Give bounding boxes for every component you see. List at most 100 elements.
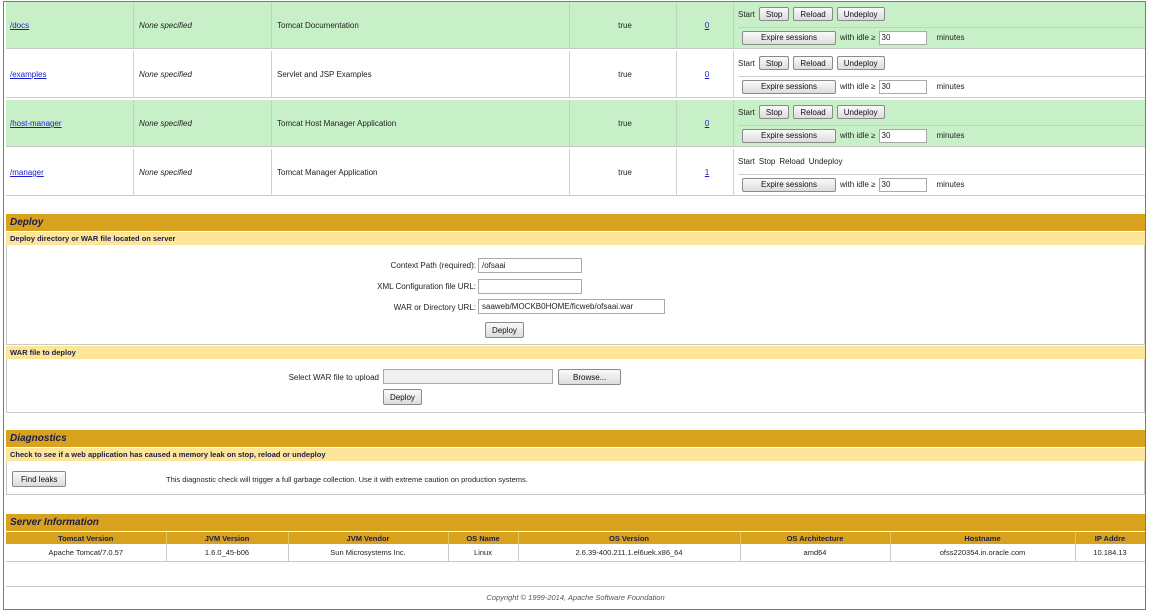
diagnostics-subheader: Check to see if a web application has ca… xyxy=(6,448,1145,461)
app-path-link[interactable]: /host-manager xyxy=(10,100,130,147)
server-info-col-header: IP Addre xyxy=(1075,532,1145,544)
app-commands: Start Stop Reload Undeploy xyxy=(738,6,885,22)
server-info-col-header: OS Architecture xyxy=(740,532,891,544)
server-info-value: 1.6.0_45-b06 xyxy=(166,544,289,562)
xml-config-label: XML Configuration file URL: xyxy=(377,282,476,291)
server-info-col-header: OS Version xyxy=(518,532,741,544)
app-sessions-link[interactable]: 1 xyxy=(682,149,732,196)
context-path-label: Context Path (required): xyxy=(390,261,476,270)
war-dir-label: WAR or Directory URL: xyxy=(393,303,476,312)
diagnostics-description: This diagnostic check will trigger a ful… xyxy=(166,475,528,484)
app-row: /host-manager None specified Tomcat Host… xyxy=(6,100,1145,147)
app-row: /docs None specified Tomcat Documentatio… xyxy=(6,2,1145,49)
manager-page: /docs None specified Tomcat Documentatio… xyxy=(3,1,1146,610)
server-info-col-header: Hostname xyxy=(890,532,1076,544)
stop-button[interactable]: Stop xyxy=(758,105,790,119)
server-info-value: Sun Microsystems Inc. xyxy=(288,544,449,562)
server-info-col-header: JVM Vendor xyxy=(288,532,449,544)
war-dir-input[interactable]: saaweb/MOCKB0HOME/ficweb/ofsaai.war xyxy=(478,299,665,314)
app-row: /manager None specified Tomcat Manager A… xyxy=(6,149,1145,196)
idle-label: with idle ≥ xyxy=(840,33,876,42)
find-leaks-button[interactable]: Find leaks xyxy=(12,471,67,487)
server-info-value: Apache Tomcat/7.0.57 xyxy=(6,544,167,562)
deploy-upload-button[interactable]: Deploy xyxy=(383,389,422,405)
server-info-col-header: OS Name xyxy=(448,532,519,544)
app-row: /examples None specified Servlet and JSP… xyxy=(6,51,1145,98)
server-info-header: Server Information xyxy=(6,514,1145,531)
expire-sessions-form: Expire sessions with idle ≥ 30 minutes xyxy=(738,76,1145,96)
app-running: true xyxy=(618,70,632,79)
expire-sessions-form: Expire sessions with idle ≥ 30 minutes xyxy=(738,174,1145,194)
minutes-label: minutes xyxy=(936,82,965,91)
undeploy-button[interactable]: Undeploy xyxy=(836,56,885,70)
app-path-link[interactable]: /docs xyxy=(10,2,130,49)
reload-button[interactable]: Reload xyxy=(793,56,833,70)
reload-button: Reload xyxy=(779,156,805,166)
app-running: true xyxy=(618,21,632,30)
expire-sessions-form: Expire sessions with idle ≥ 30 minutes xyxy=(738,27,1145,47)
app-running: true xyxy=(618,119,632,128)
minutes-label: minutes xyxy=(936,33,965,42)
app-sessions-link[interactable]: 0 xyxy=(682,100,732,147)
copyright-footer: Copyright © 1999-2014, Apache Software F… xyxy=(6,586,1145,608)
start-button[interactable]: Start xyxy=(738,10,755,19)
app-version: None specified xyxy=(139,21,192,30)
deploy-server-subheader: Deploy directory or WAR file located on … xyxy=(6,232,1145,245)
idle-minutes-input[interactable]: 30 xyxy=(878,30,927,45)
app-sessions-link[interactable]: 0 xyxy=(682,2,732,49)
server-info-value: 10.184.13 xyxy=(1075,544,1145,562)
app-sessions-link[interactable]: 0 xyxy=(682,51,732,98)
app-commands: Start Stop Reload Undeploy xyxy=(738,153,843,169)
server-info-col-header: Tomcat Version xyxy=(6,532,167,544)
reload-button[interactable]: Reload xyxy=(793,105,833,119)
context-path-input[interactable]: /ofsaai xyxy=(478,258,582,273)
expire-sessions-button[interactable]: Expire sessions xyxy=(742,177,836,192)
server-info-value: amd64 xyxy=(740,544,891,562)
stop-button[interactable]: Stop xyxy=(758,56,790,70)
idle-label: with idle ≥ xyxy=(840,82,876,91)
app-path-link[interactable]: /manager xyxy=(10,149,130,196)
server-info-col-header: JVM Version xyxy=(166,532,289,544)
start-button: Start xyxy=(738,156,755,166)
app-version: None specified xyxy=(139,70,192,79)
war-upload-subheader: WAR file to deploy xyxy=(6,346,1145,359)
server-info-value: Linux xyxy=(448,544,519,562)
app-display-name: Tomcat Host Manager Application xyxy=(277,119,397,128)
expire-sessions-button[interactable]: Expire sessions xyxy=(742,79,836,94)
stop-button[interactable]: Stop xyxy=(758,7,790,21)
deploy-directory-button[interactable]: Deploy xyxy=(485,322,524,338)
select-war-label: Select WAR file to upload xyxy=(288,373,379,382)
expire-sessions-form: Expire sessions with idle ≥ 30 minutes xyxy=(738,125,1145,145)
war-file-input[interactable] xyxy=(383,369,553,384)
idle-minutes-input[interactable]: 30 xyxy=(878,177,927,192)
idle-label: with idle ≥ xyxy=(840,131,876,140)
idle-label: with idle ≥ xyxy=(840,180,876,189)
undeploy-button: Undeploy xyxy=(808,156,843,166)
reload-button[interactable]: Reload xyxy=(793,7,833,21)
app-version: None specified xyxy=(139,119,192,128)
app-display-name: Tomcat Documentation xyxy=(277,21,359,30)
browse-button[interactable]: Browse... xyxy=(558,369,622,385)
undeploy-button[interactable]: Undeploy xyxy=(836,105,885,119)
diagnostics-header: Diagnostics xyxy=(6,430,1145,447)
app-commands: Start Stop Reload Undeploy xyxy=(738,55,885,71)
minutes-label: minutes xyxy=(936,180,965,189)
deploy-header: Deploy xyxy=(6,214,1145,231)
app-running: true xyxy=(618,168,632,177)
stop-button: Stop xyxy=(758,156,776,166)
undeploy-button[interactable]: Undeploy xyxy=(836,7,885,21)
expire-sessions-button[interactable]: Expire sessions xyxy=(742,128,836,143)
server-info-table: Tomcat Version JVM Version JVM Vendor OS Na… xyxy=(6,532,1145,562)
war-upload-panel xyxy=(6,359,1145,413)
app-display-name: Servlet and JSP Examples xyxy=(277,70,372,79)
idle-minutes-input[interactable]: 30 xyxy=(878,79,927,94)
app-path-link[interactable]: /examples xyxy=(10,51,130,98)
idle-minutes-input[interactable]: 30 xyxy=(878,128,927,143)
server-info-value: ofss220354.in.oracle.com xyxy=(890,544,1076,562)
start-button[interactable]: Start xyxy=(738,108,755,117)
xml-config-input[interactable] xyxy=(478,279,582,294)
start-button[interactable]: Start xyxy=(738,59,755,68)
expire-sessions-button[interactable]: Expire sessions xyxy=(742,30,836,45)
app-commands: Start Stop Reload Undeploy xyxy=(738,104,885,120)
server-info-value: 2.6.39-400.211.1.el6uek.x86_64 xyxy=(518,544,741,562)
